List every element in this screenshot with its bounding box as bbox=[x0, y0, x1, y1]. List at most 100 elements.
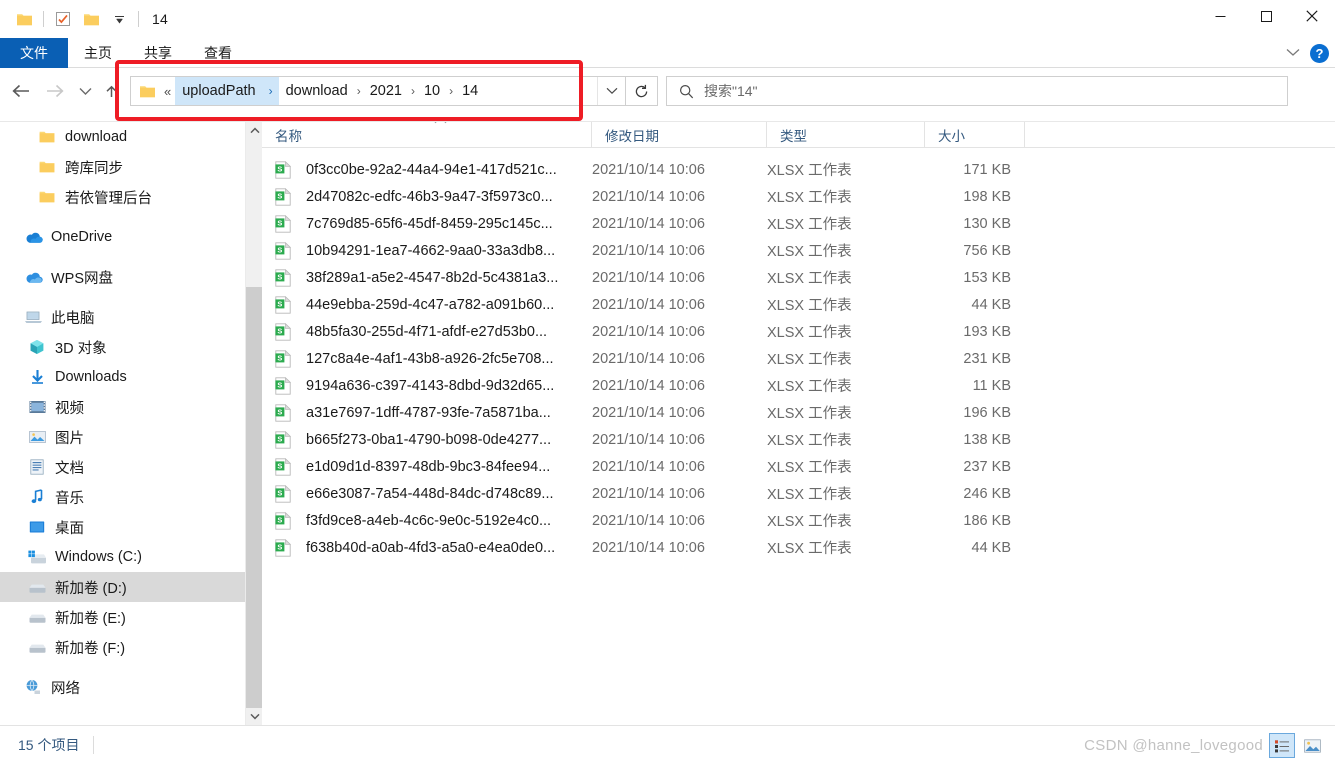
search-input[interactable]: 搜索"14" bbox=[704, 81, 758, 101]
this-pc-icon bbox=[22, 310, 44, 324]
recent-locations-button[interactable] bbox=[72, 74, 98, 108]
cell-date-modified: 2021/10/14 10:06 bbox=[592, 242, 705, 259]
column-header-date[interactable]: 修改日期 bbox=[592, 122, 767, 148]
sidebar-item-3d-objects[interactable]: 3D 对象 bbox=[0, 332, 262, 362]
sidebar-item-pictures[interactable]: 图片 bbox=[0, 422, 262, 452]
cell-size: 171 KB bbox=[963, 161, 1011, 178]
column-header-type[interactable]: 类型 bbox=[767, 122, 925, 148]
navigation-pane-scrollbar[interactable] bbox=[245, 122, 262, 725]
downloads-icon bbox=[26, 369, 48, 385]
large-icons-view-button[interactable] bbox=[1299, 733, 1325, 758]
maximize-button[interactable] bbox=[1243, 0, 1289, 32]
scroll-down-arrow-icon[interactable] bbox=[246, 708, 262, 725]
refresh-button[interactable] bbox=[626, 76, 658, 106]
sidebar-item-download[interactable]: download bbox=[0, 122, 262, 152]
new-folder-icon[interactable] bbox=[77, 5, 105, 33]
sidebar-item-videos[interactable]: 视频 bbox=[0, 392, 262, 422]
chevron-down-icon[interactable] bbox=[1286, 44, 1300, 62]
tab-file[interactable]: 文件 bbox=[0, 38, 68, 68]
sidebar-item-drive-f[interactable]: 新加卷 (F:) bbox=[0, 632, 262, 662]
table-row[interactable]: S 127c8a4e-4af1-43b8-a926-2fc5e708... 2021… bbox=[262, 345, 1335, 372]
sidebar-item-windows-c[interactable]: Windows (C:) bbox=[0, 542, 262, 572]
sidebar-item-kukutongbu[interactable]: 跨库同步 bbox=[0, 152, 262, 182]
column-header-name[interactable]: 名称 bbox=[262, 122, 592, 148]
documents-icon bbox=[26, 459, 48, 475]
navigation-bar: « uploadPath › download › 2021 › 10 › 14… bbox=[0, 68, 1335, 114]
cell-name: Sf638b40d-a0ab-4fd3-a5a0-e4ea0de0... bbox=[262, 538, 592, 558]
table-row[interactable]: S 48b5fa30-255d-4f71-afdf-e27d53b0... 2021… bbox=[262, 318, 1335, 345]
sidebar-item-ruoyi-admin[interactable]: 若依管理后台 bbox=[0, 182, 262, 212]
table-row[interactable]: Se1d09d1d-8397-48db-9bc3-84fee94... 2021/… bbox=[262, 453, 1335, 480]
file-list-pane: 名称 修改日期 类型 大小 S 0f3cc0be-92a2-44a4-94e1-4… bbox=[262, 122, 1335, 725]
up-button[interactable] bbox=[98, 74, 124, 108]
svg-text:S: S bbox=[277, 542, 282, 551]
breadcrumb-sep-3[interactable]: › bbox=[447, 77, 455, 105]
sidebar-item-desktop[interactable]: 桌面 bbox=[0, 512, 262, 542]
breadcrumb-sep-2[interactable]: › bbox=[409, 77, 417, 105]
cell-type: XLSX 工作表 bbox=[767, 325, 852, 341]
xlsx-file-icon: S bbox=[275, 322, 297, 342]
tab-home[interactable]: 主页 bbox=[68, 38, 128, 68]
sidebar-item-drive-e[interactable]: 新加卷 (E:) bbox=[0, 602, 262, 632]
search-box[interactable]: 搜索"14" bbox=[666, 76, 1288, 106]
breadcrumb-uploadpath[interactable]: uploadPath bbox=[175, 77, 263, 105]
xlsx-file-icon: S bbox=[275, 430, 297, 450]
scroll-up-arrow-icon[interactable] bbox=[246, 122, 262, 139]
breadcrumb-14[interactable]: 14 bbox=[455, 77, 485, 105]
table-row[interactable]: Sb665f273-0ba1-4790-b098-0de4277... 2021/… bbox=[262, 426, 1335, 453]
help-icon[interactable]: ? bbox=[1310, 43, 1329, 63]
tab-share[interactable]: 共享 bbox=[128, 38, 188, 68]
file-name-label: 38f289a1-a5e2-4547-8b2d-5c4381a3... bbox=[306, 269, 559, 286]
table-row[interactable]: Sf638b40d-a0ab-4fd3-a5a0-e4ea0de0... 2021… bbox=[262, 534, 1335, 561]
sidebar-item-documents[interactable]: 文档 bbox=[0, 452, 262, 482]
breadcrumb-download[interactable]: download bbox=[279, 77, 355, 105]
sidebar-item-wps-cloud[interactable]: WPS网盘 bbox=[0, 262, 262, 292]
table-row[interactable]: S 0f3cc0be-92a2-44a4-94e1-417d521c... 2021… bbox=[262, 156, 1335, 183]
address-bar[interactable]: « uploadPath › download › 2021 › 10 › 14 bbox=[130, 76, 626, 106]
back-button[interactable] bbox=[4, 74, 38, 108]
sidebar-item-drive-d[interactable]: 新加卷 (D:) bbox=[0, 572, 262, 602]
xlsx-file-icon: S bbox=[275, 403, 297, 423]
table-row[interactable]: Sa31e7697-1dff-4787-93fe-7a5871ba... 2021… bbox=[262, 399, 1335, 426]
customize-qat-icon[interactable] bbox=[105, 5, 133, 33]
sidebar-item-music[interactable]: 音乐 bbox=[0, 482, 262, 512]
breadcrumb-2021[interactable]: 2021 bbox=[363, 77, 409, 105]
cell-date-modified: 2021/10/14 10:06 bbox=[592, 296, 705, 313]
sidebar-item-this-pc[interactable]: 此电脑 bbox=[0, 302, 262, 332]
sidebar-item-downloads[interactable]: Downloads bbox=[0, 362, 262, 392]
properties-icon[interactable] bbox=[49, 5, 77, 33]
table-row[interactable]: S 38f289a1-a5e2-4547-8b2d-5c4381a3... 2021… bbox=[262, 264, 1335, 291]
music-icon bbox=[26, 489, 48, 505]
cell-type: XLSX 工作表 bbox=[767, 163, 852, 179]
view-toggle-group bbox=[1269, 733, 1325, 758]
table-row[interactable]: Sf3fd9ce8-a4eb-4c6c-9e0c-5192e4c0... 2021… bbox=[262, 507, 1335, 534]
table-row[interactable]: Se66e3087-7a54-448d-84dc-d748c89... 2021/… bbox=[262, 480, 1335, 507]
tab-view[interactable]: 查看 bbox=[188, 38, 248, 68]
table-row[interactable]: S 7c769d85-65f6-45df-8459-295c145c... 2021… bbox=[262, 210, 1335, 237]
details-view-button[interactable] bbox=[1269, 733, 1295, 758]
sidebar-item-onedrive[interactable]: OneDrive bbox=[0, 222, 262, 252]
sidebar-item-network[interactable]: 网络 bbox=[0, 672, 262, 702]
cell-size: 231 KB bbox=[963, 350, 1011, 367]
table-row[interactable]: S 10b94291-1ea7-4662-9aa0-33a3db8... 2021/… bbox=[262, 237, 1335, 264]
cell-date-modified: 2021/10/14 10:06 bbox=[592, 215, 705, 232]
breadcrumb-10[interactable]: 10 bbox=[417, 77, 447, 105]
table-row[interactable]: S 44e9ebba-259d-4c47-a782-a091b60... 2021/… bbox=[262, 291, 1335, 318]
close-button[interactable] bbox=[1289, 0, 1335, 32]
xlsx-file-icon: S bbox=[275, 160, 297, 180]
file-name-label: e66e3087-7a54-448d-84dc-d748c89... bbox=[306, 485, 554, 502]
cell-date-modified: 2021/10/14 10:06 bbox=[592, 485, 705, 502]
scrollbar-thumb[interactable] bbox=[246, 287, 262, 712]
address-dropdown-icon[interactable] bbox=[597, 77, 625, 105]
address-overflow-icon[interactable]: « bbox=[162, 77, 175, 105]
minimize-button[interactable] bbox=[1197, 0, 1243, 32]
forward-button[interactable] bbox=[38, 74, 72, 108]
breadcrumb-sep-1[interactable]: › bbox=[355, 77, 363, 105]
breadcrumb-sep-0[interactable]: › bbox=[262, 77, 279, 105]
table-row[interactable]: S 2d47082c-edfc-46b3-9a47-3f5973c0... 2021… bbox=[262, 183, 1335, 210]
folder-icon[interactable] bbox=[10, 5, 38, 33]
file-explorer-window: 14 文件 主页 共享 查看 ? « uploadPath › download… bbox=[0, 0, 1335, 764]
table-row[interactable]: S 9194a636-c397-4143-8dbd-9d32d65... 2021/… bbox=[262, 372, 1335, 399]
column-header-size[interactable]: 大小 bbox=[925, 122, 1025, 148]
xlsx-file-icon: S bbox=[275, 241, 297, 261]
